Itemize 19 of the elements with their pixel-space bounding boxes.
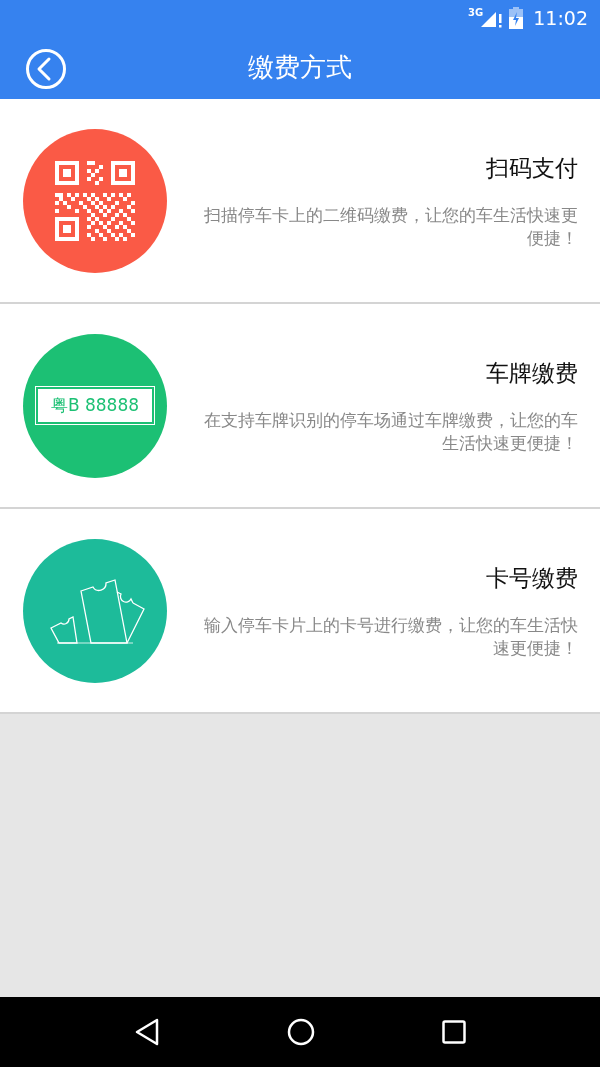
payment-option-card[interactable]: 扫码支付 扫描停车卡上的二维码缴费，让您的车生活快速更便捷！ (0, 99, 600, 304)
network-label: 3G (468, 8, 484, 18)
page-title: 缴费方式 (248, 51, 352, 84)
option-description: 输入停车卡片上的卡号进行缴费，让您的车生活快速更便捷！ (203, 613, 578, 660)
payment-option-card[interactable]: 卡号缴费 输入停车卡片上的卡号进行缴费，让您的车生活快速更便捷！ (0, 509, 600, 714)
back-nav-icon[interactable] (133, 1018, 160, 1046)
option-title: 卡号缴费 (486, 564, 578, 594)
option-description: 扫描停车卡上的二维码缴费，让您的车生活快速更便捷！ (203, 203, 578, 250)
option-title: 扫码支付 (486, 154, 578, 184)
payment-option-card[interactable]: 粤B 88888 车牌缴费 在支持车牌识别的停车场通过车牌缴费，让您的车生活快速更便捷！ (0, 304, 600, 509)
recents-nav-icon[interactable] (442, 1020, 467, 1044)
back-button[interactable] (25, 48, 67, 90)
clock: 11:02 (533, 5, 588, 31)
option-title: 车牌缴费 (486, 359, 578, 389)
home-nav-icon[interactable] (287, 1018, 315, 1046)
battery-icon (509, 7, 524, 29)
option-description: 在支持车牌识别的停车场通过车牌缴费，让您的车生活快速更便捷！ (203, 408, 578, 455)
qr-code-icon (55, 160, 135, 241)
license-plate: 粤B 88888 (38, 388, 152, 423)
